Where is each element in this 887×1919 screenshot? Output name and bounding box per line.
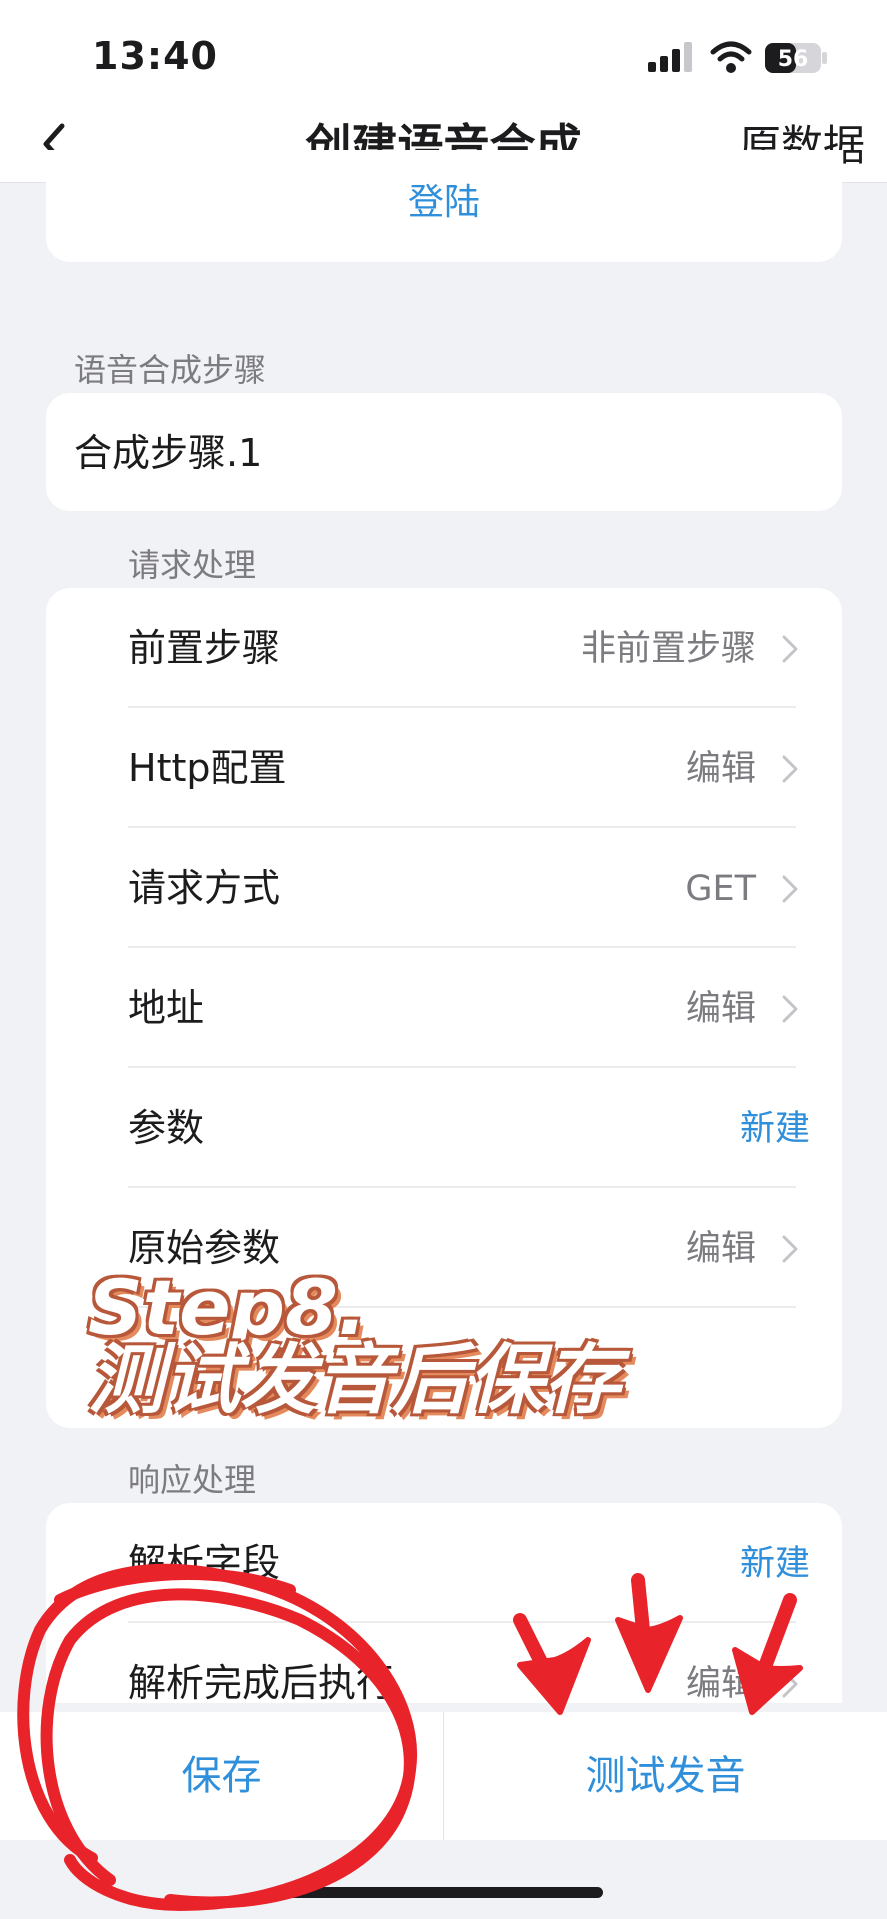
test-pronunciation-button[interactable]: 测试发音 [444,1712,887,1840]
chevron-right-icon [782,875,798,903]
home-indicator-area [0,1840,887,1919]
chevron-right-icon [782,755,798,783]
row-request-method[interactable]: 请求方式 GET [46,828,842,948]
battery-icon: 56 [765,43,827,73]
row-value: GET [685,869,756,909]
login-card: 登陆 [46,150,842,262]
chevron-right-icon [782,1235,798,1263]
row-value: 编辑 [685,989,756,1029]
row-value: 编辑 [685,1229,756,1269]
wifi-icon [710,41,752,73]
tutorial-step-caption: 测试发音后保存 [88,1335,620,1424]
battery-level: 56 [778,47,809,72]
new-param-button[interactable]: 新建 [740,1106,810,1152]
login-button[interactable]: 登陆 [46,180,842,226]
chevron-right-icon [782,995,798,1023]
row-value: 编辑 [685,749,756,789]
row-params[interactable]: 参数 新建 [46,1068,842,1188]
row-value: 编辑 [685,1664,756,1704]
step-card[interactable]: 合成步骤.1 [46,393,842,511]
chevron-right-icon [782,635,798,663]
row-pre-step[interactable]: 前置步骤 非前置步骤 [46,588,842,708]
row-label: 解析完成后执行 [128,1661,395,1705]
row-parse-fields[interactable]: 解析字段 新建 [46,1503,842,1623]
request-section-label: 请求处理 [128,546,257,584]
row-address[interactable]: 地址 编辑 [46,948,842,1068]
response-card: 解析字段 新建 解析完成后执行 编辑 [46,1503,842,1705]
new-field-button[interactable]: 新建 [740,1541,810,1587]
status-bar: 13:40 56 [0,0,887,110]
chevron-right-icon [782,1670,798,1698]
home-indicator[interactable] [283,1887,603,1898]
row-http-config[interactable]: Http配置 编辑 [46,708,842,828]
step-name: 合成步骤.1 [74,431,263,475]
row-label: 参数 [128,1106,205,1150]
row-label: 地址 [128,986,205,1030]
row-label: 解析字段 [128,1541,281,1585]
row-label: Http配置 [128,746,287,790]
row-label: 请求方式 [128,866,281,910]
status-time: 13:40 [92,34,218,78]
row-value: 非前置步骤 [580,629,756,669]
cellular-signal-icon [648,42,692,72]
response-section-label: 响应处理 [128,1461,257,1499]
save-button[interactable]: 保存 [0,1712,443,1840]
steps-section-label: 语音合成步骤 [74,351,267,389]
bottom-action-bar: 保存 测试发音 [0,1712,887,1840]
row-label: 前置步骤 [128,626,281,670]
